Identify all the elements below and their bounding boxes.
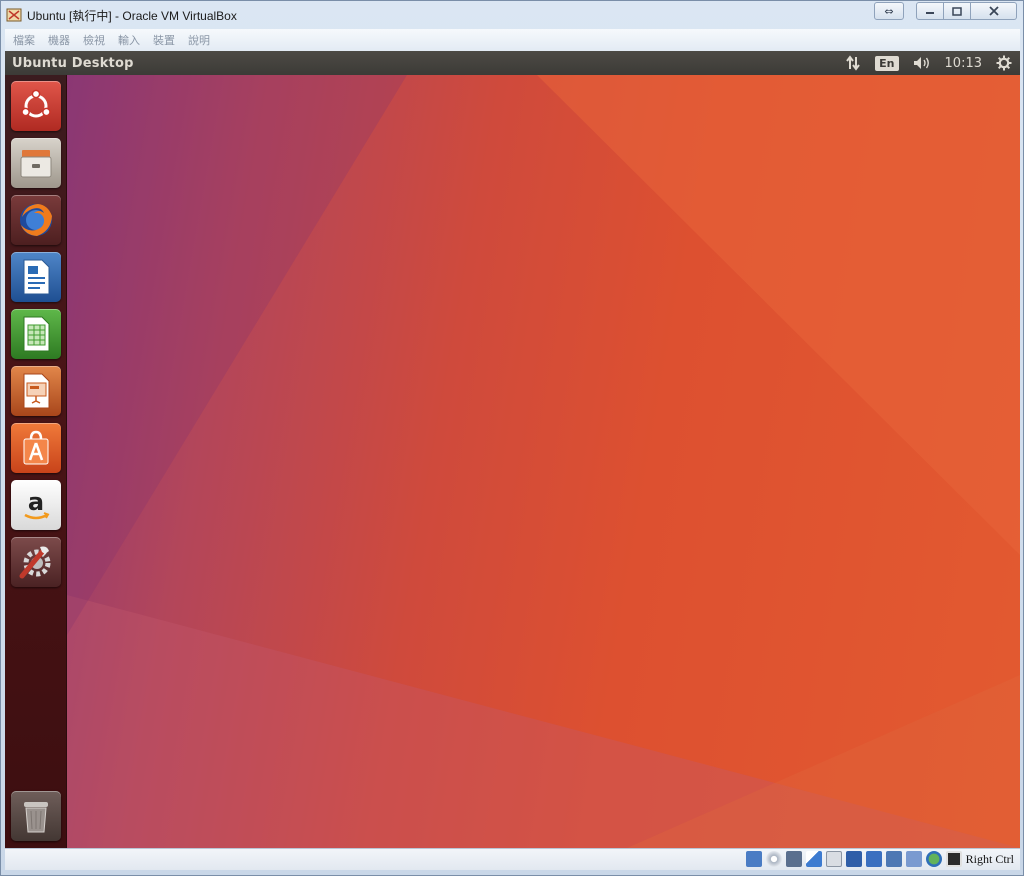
capture-icon[interactable]	[885, 851, 902, 867]
usb-icon[interactable]	[825, 851, 842, 867]
mouse-integration-icon[interactable]	[925, 851, 942, 867]
launcher-files[interactable]	[11, 138, 61, 188]
launcher-libreoffice-calc[interactable]	[11, 309, 61, 359]
window-titlebar[interactable]: Ubuntu [執行中] - Oracle VM VirtualBox	[1, 1, 1023, 29]
status-icons: Right Ctrl	[742, 851, 1014, 867]
speaker-icon	[913, 57, 929, 69]
panel-title: Ubuntu Desktop	[12, 55, 134, 71]
window-controls: ⇔	[874, 2, 1017, 20]
virtualbox-app-icon	[6, 8, 22, 22]
keyboard-indicator[interactable]: En	[875, 55, 899, 71]
host-key-label: Right Ctrl	[965, 851, 1014, 866]
session-indicator[interactable]	[996, 55, 1012, 71]
launcher-trash[interactable]	[11, 791, 61, 841]
maximize-icon	[952, 6, 962, 16]
close-button[interactable]	[971, 2, 1017, 20]
wallpaper-shapes	[67, 75, 1020, 848]
launcher-ubuntu-software[interactable]	[11, 423, 61, 473]
file-cabinet-icon	[20, 150, 52, 178]
writer-document-icon	[23, 259, 50, 295]
menu-help[interactable]: 說明	[188, 32, 210, 48]
settings-wrench-gear-icon	[19, 546, 51, 579]
amazon-icon: a	[24, 488, 50, 520]
audio-icon[interactable]	[785, 851, 802, 867]
launcher-libreoffice-writer[interactable]	[11, 252, 61, 302]
launcher-firefox[interactable]	[11, 195, 61, 245]
indicator-area: En 10:13	[831, 51, 1012, 75]
volume-indicator[interactable]	[913, 56, 931, 70]
keyboard-icon[interactable]	[945, 851, 962, 867]
hard-disk-icon[interactable]	[745, 851, 762, 867]
menu-view[interactable]: 檢視	[83, 32, 105, 48]
impress-presentation-icon	[23, 373, 50, 409]
maximize-button[interactable]	[944, 2, 971, 20]
swap-button[interactable]: ⇔	[874, 2, 904, 20]
trash-icon	[24, 802, 48, 833]
menu-file[interactable]: 檔案	[13, 32, 35, 48]
network-indicator[interactable]	[845, 55, 861, 71]
ubuntu-logo-icon	[21, 89, 51, 118]
launcher-dash[interactable]	[11, 81, 61, 131]
desktop-wallpaper[interactable]	[67, 75, 1020, 848]
minimize-button[interactable]	[916, 2, 944, 20]
clock[interactable]: 10:13	[945, 56, 982, 71]
vbox-menubar: 檔案 機器 檢視 輸入 裝置 說明	[5, 29, 1020, 51]
network-icon[interactable]	[865, 851, 882, 867]
firefox-icon	[20, 204, 52, 236]
unity-launcher: a	[5, 75, 67, 848]
virtualbox-window: Ubuntu [執行中] - Oracle VM VirtualBox ⇔ 檔案…	[0, 0, 1024, 876]
menu-devices[interactable]: 裝置	[153, 32, 175, 48]
transfer-arrows-icon	[846, 55, 860, 71]
menu-input[interactable]: 輸入	[118, 32, 140, 48]
swap-icon: ⇔	[884, 4, 894, 18]
display-icon[interactable]	[845, 851, 862, 867]
gear-icon	[996, 55, 1012, 71]
window-title: Ubuntu [執行中] - Oracle VM VirtualBox	[27, 8, 237, 23]
svg-text:a: a	[28, 488, 44, 516]
launcher-system-settings[interactable]	[11, 537, 61, 587]
calc-spreadsheet-icon	[23, 316, 50, 352]
launcher-amazon[interactable]: a	[11, 480, 61, 530]
close-icon	[988, 6, 999, 16]
vbox-statusbar: Right Ctrl	[5, 848, 1020, 870]
optical-drive-icon[interactable]	[765, 851, 782, 867]
menu-machine[interactable]: 機器	[48, 32, 70, 48]
launcher-libreoffice-impress[interactable]	[11, 366, 61, 416]
shopping-bag-icon	[23, 430, 49, 465]
minimize-icon	[926, 12, 934, 14]
vt-x-icon[interactable]	[905, 851, 922, 867]
unity-top-panel: Ubuntu Desktop En 10:13	[5, 51, 1020, 75]
guest-screen[interactable]: Ubuntu Desktop En 10:13 a	[5, 51, 1020, 848]
shared-clipboard-icon[interactable]	[805, 851, 822, 867]
